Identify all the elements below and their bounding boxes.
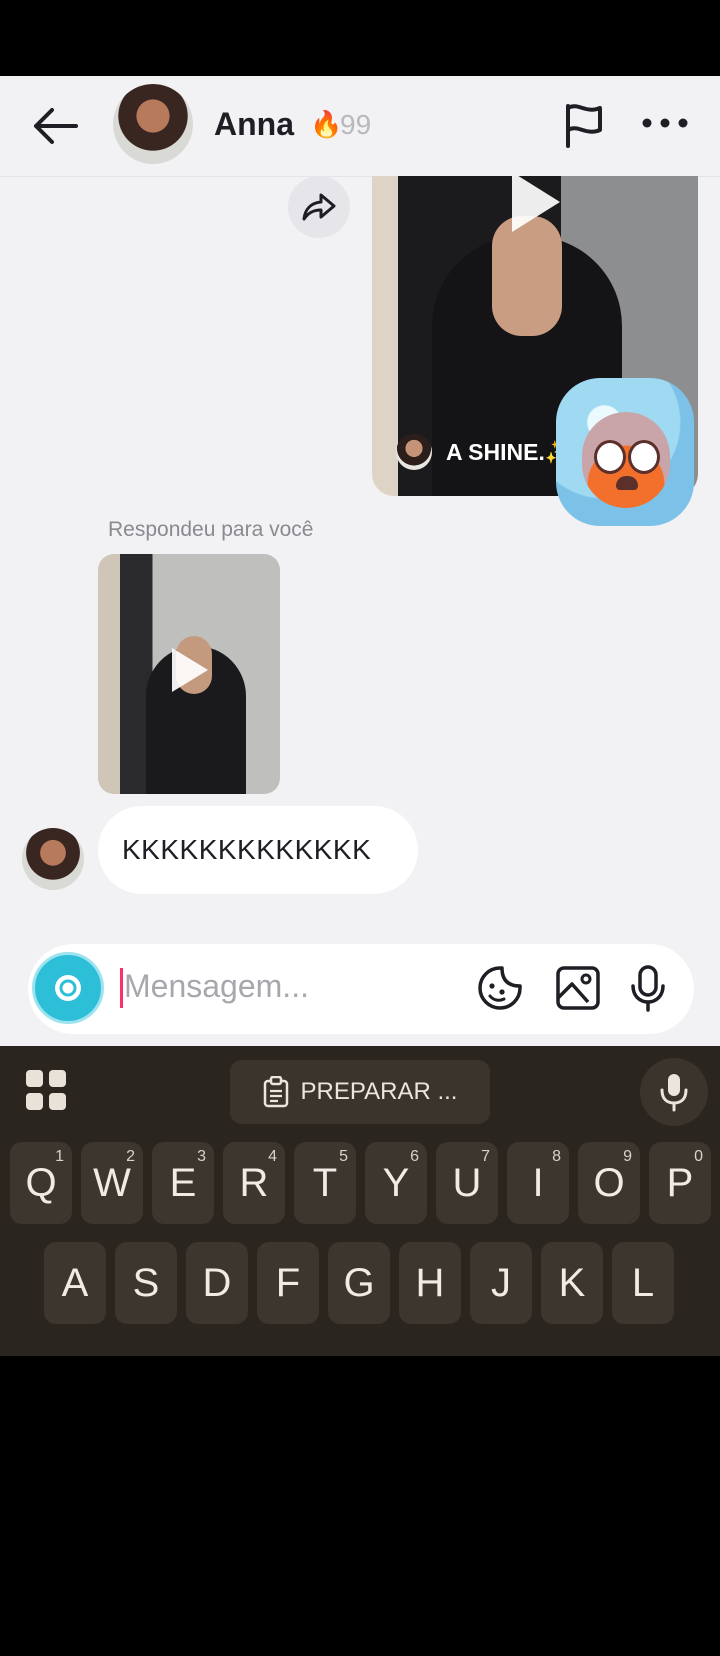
- share-icon: [302, 193, 336, 221]
- clipboard-suggestion[interactable]: PREPARAR ...: [230, 1060, 490, 1124]
- camera-icon: [55, 975, 81, 1001]
- video-author: A SHINE.✨: [396, 434, 573, 470]
- key-h[interactable]: H: [399, 1242, 461, 1324]
- play-icon[interactable]: [512, 176, 560, 232]
- flag-icon[interactable]: [562, 102, 606, 148]
- sticker-eye: [628, 440, 660, 474]
- back-arrow-icon[interactable]: [28, 101, 80, 151]
- gallery-icon[interactable]: [554, 964, 602, 1012]
- sticker-icon[interactable]: [476, 964, 524, 1012]
- clipboard-icon: [263, 1076, 288, 1108]
- sticker-mouth: [616, 476, 638, 490]
- chat-screen: Anna 🔥 99 A SHINE.✨ Respondeu para você: [0, 76, 720, 1356]
- key-a[interactable]: A: [44, 1242, 106, 1324]
- key-j[interactable]: J: [470, 1242, 532, 1324]
- key-t[interactable]: T5: [294, 1142, 356, 1224]
- message-text: KKKKKKKKKKKKK: [122, 834, 372, 865]
- sticker-eye: [594, 440, 626, 474]
- message-bubble[interactable]: KKKKKKKKKKKKK: [98, 806, 418, 894]
- key-e[interactable]: E3: [152, 1142, 214, 1224]
- voice-input-button[interactable]: [640, 1058, 708, 1126]
- camera-button[interactable]: [32, 952, 104, 1024]
- chat-header: Anna 🔥 99: [0, 76, 720, 177]
- key-w[interactable]: W2: [81, 1142, 143, 1224]
- key-u[interactable]: U7: [436, 1142, 498, 1224]
- key-l[interactable]: L: [612, 1242, 674, 1324]
- replied-label: Respondeu para você: [108, 518, 314, 541]
- message-input[interactable]: Mensagem...: [124, 968, 309, 1005]
- contact-avatar[interactable]: [113, 84, 193, 164]
- video-caption: A SHINE.✨: [446, 438, 573, 465]
- key-s[interactable]: S: [115, 1242, 177, 1324]
- key-i[interactable]: I8: [507, 1142, 569, 1224]
- reaction-sticker[interactable]: [556, 378, 694, 526]
- contact-name[interactable]: Anna: [214, 106, 294, 143]
- key-p[interactable]: P0: [649, 1142, 711, 1224]
- key-r[interactable]: R4: [223, 1142, 285, 1224]
- key-d[interactable]: D: [186, 1242, 248, 1324]
- key-o[interactable]: O9: [578, 1142, 640, 1224]
- play-icon[interactable]: [172, 648, 208, 692]
- share-button[interactable]: [288, 176, 350, 238]
- text-caret: [120, 968, 123, 1008]
- key-y[interactable]: Y6: [365, 1142, 427, 1224]
- reply-video-message[interactable]: [98, 554, 280, 794]
- flame-icon: 🔥: [310, 109, 343, 139]
- key-q[interactable]: Q1: [10, 1142, 72, 1224]
- microphone-icon[interactable]: [624, 964, 672, 1012]
- apps-grid-icon[interactable]: [26, 1070, 66, 1110]
- author-avatar: [396, 434, 432, 470]
- suggestion-text: PREPARAR ...: [300, 1078, 458, 1105]
- on-screen-keyboard: PREPARAR ... Q1W2E3R4T5Y6U7I8O9P0 ASDFGH…: [0, 1046, 720, 1356]
- microphone-icon: [660, 1074, 688, 1112]
- key-g[interactable]: G: [328, 1242, 390, 1324]
- message-composer: Mensagem...: [28, 944, 694, 1034]
- key-k[interactable]: K: [541, 1242, 603, 1324]
- streak-count: 99: [340, 109, 372, 140]
- key-f[interactable]: F: [257, 1242, 319, 1324]
- message-avatar[interactable]: [22, 828, 84, 890]
- more-options-icon[interactable]: [640, 111, 690, 135]
